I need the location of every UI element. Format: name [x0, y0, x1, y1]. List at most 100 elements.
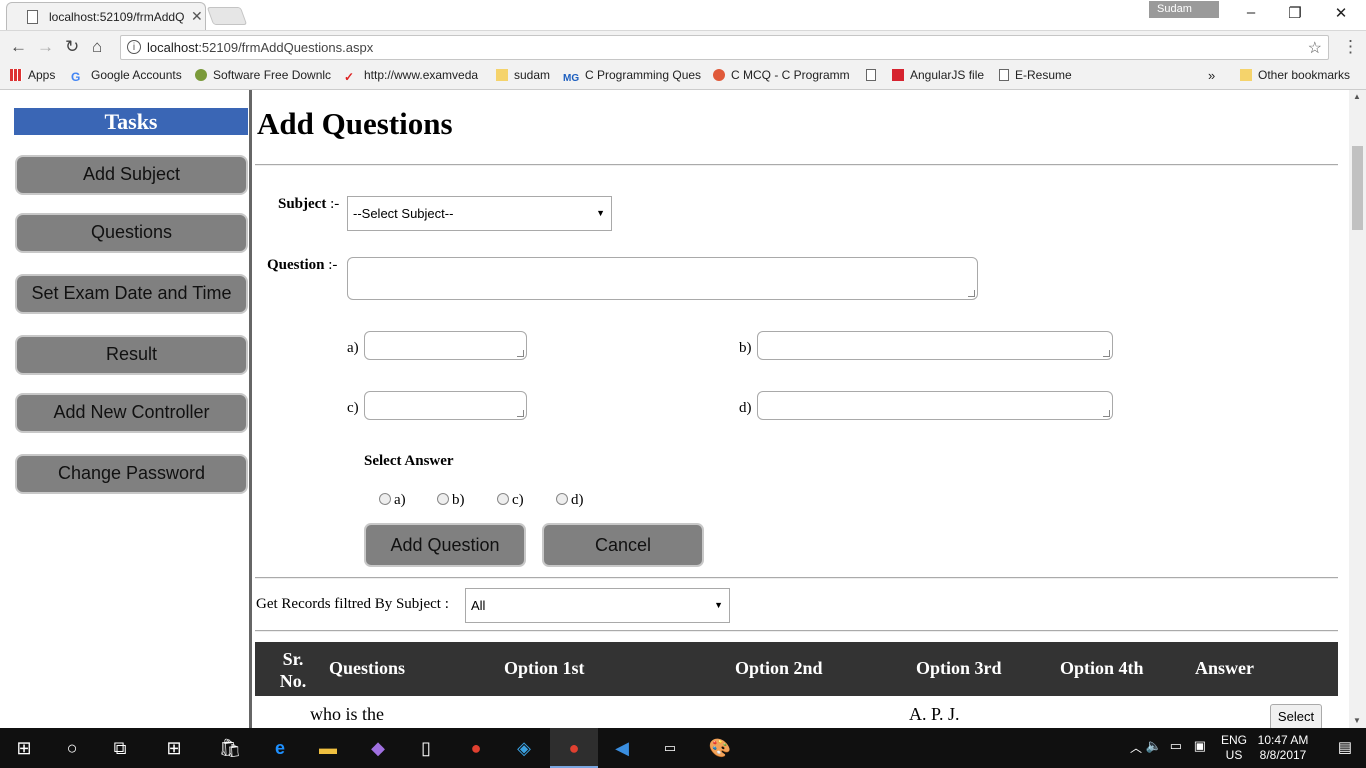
- windows-flag-icon[interactable]: ⊞: [162, 736, 186, 760]
- answer-radio-d[interactable]: d): [556, 492, 584, 509]
- header-option-4th: Option 4th: [1060, 658, 1144, 678]
- option-b-label: b): [739, 340, 752, 356]
- page-content: Tasks Add Subject Questions Set Exam Dat…: [0, 90, 1366, 728]
- header-option-2nd: Option 2nd: [735, 658, 823, 678]
- folder-icon: [496, 69, 508, 81]
- bookmark-c-programming[interactable]: MG C Programming Ques: [563, 68, 701, 85]
- scrollbar[interactable]: ▲ ▼: [1349, 90, 1366, 728]
- filter-subject-select[interactable]: All ▼: [465, 588, 730, 623]
- toolbar: ← → ↻ ⌂ i localhost:52109/frmAddQuestion…: [0, 30, 1366, 64]
- answer-radio-b[interactable]: b): [437, 492, 465, 509]
- question-textarea[interactable]: [347, 257, 978, 300]
- sidebar-item-add-subject[interactable]: Add Subject: [15, 155, 248, 195]
- header-option-3rd: Option 3rd: [916, 658, 1002, 678]
- page-icon: [27, 10, 38, 24]
- url-text: localhost:52109/frmAddQuestions.aspx: [147, 40, 373, 55]
- visual-studio-icon[interactable]: ◆: [366, 736, 390, 760]
- address-bar[interactable]: i localhost:52109/frmAddQuestions.aspx ☆: [120, 35, 1329, 60]
- bookmark-angularjs[interactable]: AngularJS file: [892, 68, 984, 82]
- store-icon[interactable]: 🛍: [218, 736, 242, 760]
- option-b-textarea[interactable]: [757, 331, 1113, 360]
- battery-icon[interactable]: ▭: [1170, 738, 1182, 754]
- network-icon[interactable]: ▣: [1194, 738, 1206, 754]
- answer-radio-a[interactable]: a): [379, 492, 406, 509]
- bookmark-other[interactable]: Other bookmarks: [1240, 68, 1350, 82]
- bookmark-apps[interactable]: Apps: [10, 68, 55, 82]
- scroll-thumb[interactable]: [1352, 146, 1363, 230]
- windows-start-icon[interactable]: ⊞: [12, 736, 36, 760]
- option-a-textarea[interactable]: [364, 331, 527, 360]
- questions-table: Sr. No. Questions Option 1st Option 2nd …: [255, 642, 1338, 728]
- menu-icon[interactable]: ⋮: [1342, 37, 1359, 57]
- info-icon[interactable]: i: [127, 40, 141, 54]
- browser-window: localhost:52109/frmAddQ ✕ Sudam – ❐ ✕ ← …: [0, 0, 1366, 768]
- more-bookmarks-icon[interactable]: »: [1208, 68, 1215, 83]
- url-host: localhost: [147, 40, 199, 55]
- chrome-icon[interactable]: ●: [562, 736, 586, 760]
- sidebar-item-result[interactable]: Result: [15, 335, 248, 375]
- bookmark-examveda[interactable]: ✓ http://www.examveda: [344, 68, 478, 84]
- forward-icon[interactable]: →: [37, 37, 54, 57]
- new-tab-button[interactable]: [206, 7, 248, 25]
- chrome-icon[interactable]: ●: [464, 736, 488, 760]
- close-tab-icon[interactable]: ✕: [191, 8, 203, 25]
- page-icon: [999, 69, 1009, 81]
- bookmark-google-accounts[interactable]: G Google Accounts: [71, 68, 182, 84]
- task-view-icon[interactable]: ⧉: [108, 736, 132, 760]
- back-icon[interactable]: ←: [10, 37, 27, 57]
- radio-icon: [556, 493, 568, 505]
- row1-select-button[interactable]: Select: [1270, 704, 1322, 728]
- question-label: Question :-: [267, 257, 338, 273]
- volume-icon[interactable]: 🔈: [1146, 738, 1162, 754]
- option-c-textarea[interactable]: [364, 391, 527, 420]
- sidebar-item-set-exam-date[interactable]: Set Exam Date and Time: [15, 274, 248, 314]
- sidebar-item-questions[interactable]: Questions: [15, 213, 248, 253]
- page-icon: [866, 69, 876, 81]
- file-explorer-icon[interactable]: ▬: [316, 736, 340, 760]
- dropdown-arrow-icon: ▼: [596, 208, 605, 218]
- table-header: Sr. No. Questions Option 1st Option 2nd …: [255, 642, 1338, 696]
- bookmark-c-mcq[interactable]: C MCQ - C Programm: [713, 68, 850, 82]
- bookmark-e-resume[interactable]: E-Resume: [999, 68, 1072, 82]
- bookmark-folder-sudam[interactable]: sudam: [496, 68, 550, 82]
- divider: [255, 630, 1338, 632]
- bookmark-page[interactable]: [866, 68, 882, 82]
- user-profile-badge[interactable]: Sudam: [1149, 1, 1219, 18]
- minimize-icon[interactable]: –: [1228, 4, 1274, 21]
- subject-select[interactable]: --Select Subject-- ▼: [347, 196, 612, 231]
- sidebar-item-add-new-controller[interactable]: Add New Controller: [15, 393, 248, 433]
- terminal-icon[interactable]: ▭: [658, 736, 682, 760]
- sidebar-heading: Tasks: [14, 108, 248, 135]
- row1-option3: A. P. J.: [909, 704, 960, 724]
- close-window-icon[interactable]: ✕: [1318, 4, 1364, 22]
- paint-icon[interactable]: 🎨: [708, 736, 732, 760]
- divider: [255, 577, 1338, 579]
- scroll-down-icon[interactable]: ▼: [1353, 716, 1361, 725]
- maximize-icon[interactable]: ❐: [1272, 4, 1318, 22]
- header-option-1st: Option 1st: [504, 658, 585, 678]
- bookmark-software[interactable]: Software Free Downlc: [195, 68, 331, 82]
- tray-expand-icon[interactable]: ︿: [1130, 739, 1142, 756]
- cmcq-icon: [713, 69, 725, 81]
- clock[interactable]: 10:47 AM 8/8/2017: [1248, 733, 1318, 763]
- examveda-icon: ✓: [344, 70, 355, 84]
- home-icon[interactable]: ⌂: [92, 37, 102, 57]
- browser-tab[interactable]: localhost:52109/frmAddQ ✕: [6, 2, 206, 30]
- reload-icon[interactable]: ↻: [65, 37, 79, 57]
- vscode-icon[interactable]: ◀: [610, 736, 634, 760]
- scroll-up-icon[interactable]: ▲: [1353, 92, 1361, 101]
- notifications-icon[interactable]: ▤: [1338, 738, 1352, 756]
- document-icon[interactable]: ▯: [414, 736, 438, 760]
- search-icon[interactable]: ○: [60, 736, 84, 760]
- option-c-label: c): [347, 400, 359, 416]
- ccleaner-icon[interactable]: ◈: [512, 736, 536, 760]
- sidebar-item-change-password[interactable]: Change Password: [15, 454, 248, 494]
- bookmark-star-icon[interactable]: ☆: [1308, 38, 1322, 58]
- edge-icon[interactable]: e: [268, 736, 292, 760]
- cancel-button[interactable]: Cancel: [542, 523, 704, 567]
- answer-radio-c[interactable]: c): [497, 492, 524, 509]
- option-d-textarea[interactable]: [757, 391, 1113, 420]
- user-name: Sudam: [1157, 3, 1192, 15]
- add-question-button[interactable]: Add Question: [364, 523, 526, 567]
- radio-icon: [437, 493, 449, 505]
